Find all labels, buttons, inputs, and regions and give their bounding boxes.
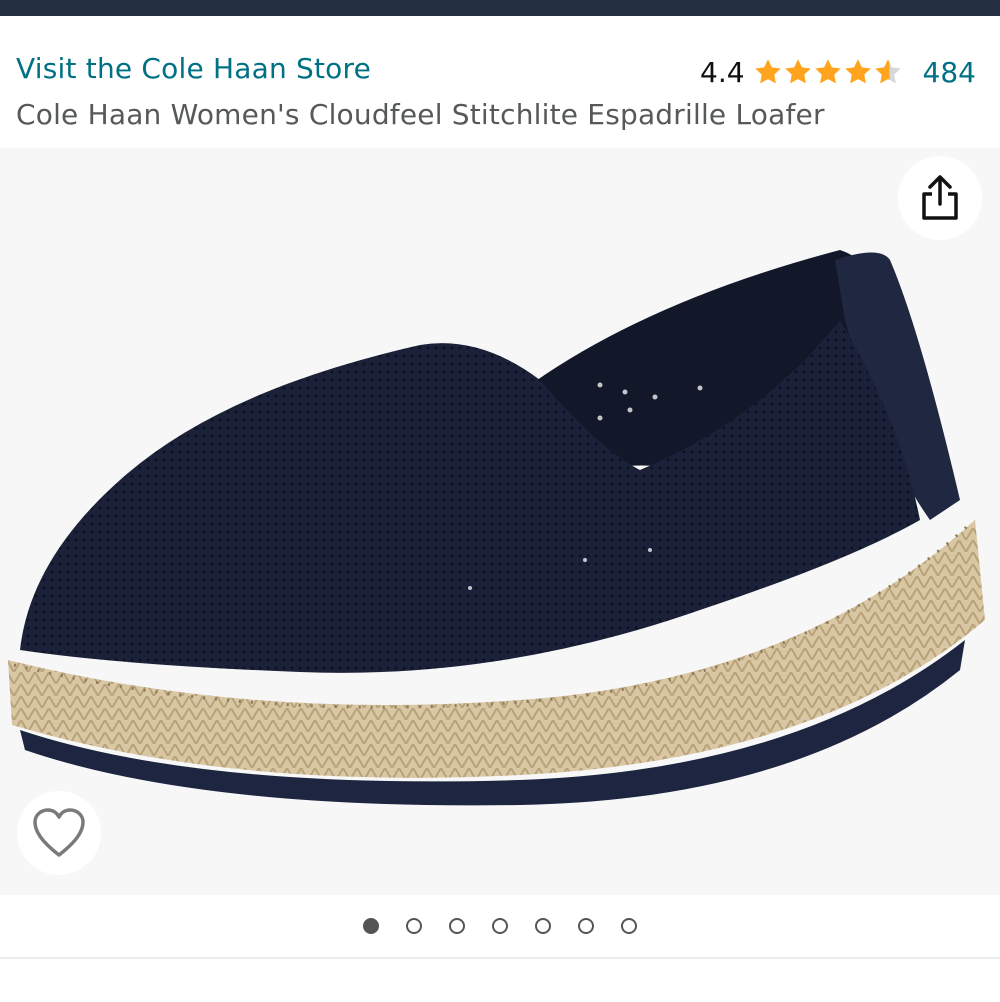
star-rating[interactable] <box>753 57 903 87</box>
review-count-link[interactable]: 484 <box>923 56 976 89</box>
bottom-divider <box>0 957 1000 1002</box>
star-icon <box>754 59 781 84</box>
pagination-dot-active[interactable] <box>363 918 379 934</box>
star-half-icon <box>874 59 901 84</box>
product-image[interactable] <box>0 148 1000 895</box>
pagination-dot[interactable] <box>621 918 637 934</box>
rating-summary[interactable]: 4.4 484 <box>700 52 976 92</box>
heart-icon <box>33 808 85 857</box>
rating-value: 4.4 <box>700 55 745 89</box>
share-icon <box>922 175 958 220</box>
product-title: Cole Haan Women's Cloudfeel Stitchlite E… <box>16 98 825 131</box>
star-icon <box>784 59 811 84</box>
pagination-dot[interactable] <box>492 918 508 934</box>
share-button[interactable] <box>898 156 982 240</box>
star-icon <box>814 59 841 84</box>
visit-store-link[interactable]: Visit the Cole Haan Store <box>16 52 371 85</box>
wishlist-button[interactable] <box>17 791 101 875</box>
image-pagination[interactable] <box>0 895 1000 957</box>
pagination-dot[interactable] <box>406 918 422 934</box>
top-bar <box>0 0 1000 16</box>
pagination-dot[interactable] <box>578 918 594 934</box>
star-icon <box>844 59 871 84</box>
pagination-dot[interactable] <box>535 918 551 934</box>
pagination-dot[interactable] <box>449 918 465 934</box>
product-image-gallery[interactable] <box>0 148 1000 895</box>
